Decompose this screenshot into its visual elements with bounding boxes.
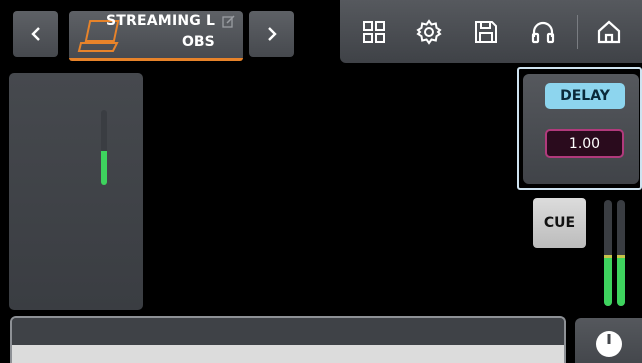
home-icon[interactable]	[596, 19, 622, 45]
headphones-icon[interactable]	[530, 19, 556, 45]
power-icon	[596, 331, 622, 357]
channel-name: STREAMING L	[106, 13, 216, 29]
bottom-tab-content	[12, 345, 564, 363]
chevron-right-icon	[267, 27, 277, 41]
edit-icon[interactable]	[222, 15, 235, 28]
channel-level-meter	[101, 110, 107, 185]
master-left-fill	[604, 258, 612, 306]
master-right-fill	[617, 258, 625, 306]
save-icon[interactable]	[473, 19, 499, 45]
bottom-tab-1[interactable]	[12, 318, 151, 345]
delay-value[interactable]: 1.00	[545, 129, 624, 158]
delay-button[interactable]: DELAY	[545, 83, 625, 109]
grid-icon[interactable]	[361, 19, 387, 45]
top-toolbar	[340, 0, 642, 63]
master-right-peak	[617, 255, 625, 259]
toolbar-divider	[577, 15, 578, 49]
channel-strip-panel[interactable]	[9, 73, 143, 310]
bottom-tab-2[interactable]	[149, 318, 291, 345]
channel-tab-accent-underline	[69, 58, 243, 61]
previous-channel-button[interactable]	[13, 11, 58, 57]
settings-icon[interactable]	[416, 19, 442, 45]
power-button[interactable]	[575, 318, 642, 363]
master-left-peak	[604, 255, 612, 259]
bottom-tab-bar	[10, 316, 566, 363]
cue-button[interactable]: CUE	[533, 198, 586, 248]
master-right-meter	[617, 200, 625, 306]
master-left-meter	[604, 200, 612, 306]
channel-level-fill	[101, 151, 107, 185]
channel-source: OBS	[182, 34, 215, 50]
next-channel-button[interactable]	[249, 11, 294, 57]
chevron-left-icon	[30, 27, 40, 41]
bottom-tab-4[interactable]	[430, 318, 564, 345]
bottom-tab-3[interactable]	[289, 318, 432, 345]
